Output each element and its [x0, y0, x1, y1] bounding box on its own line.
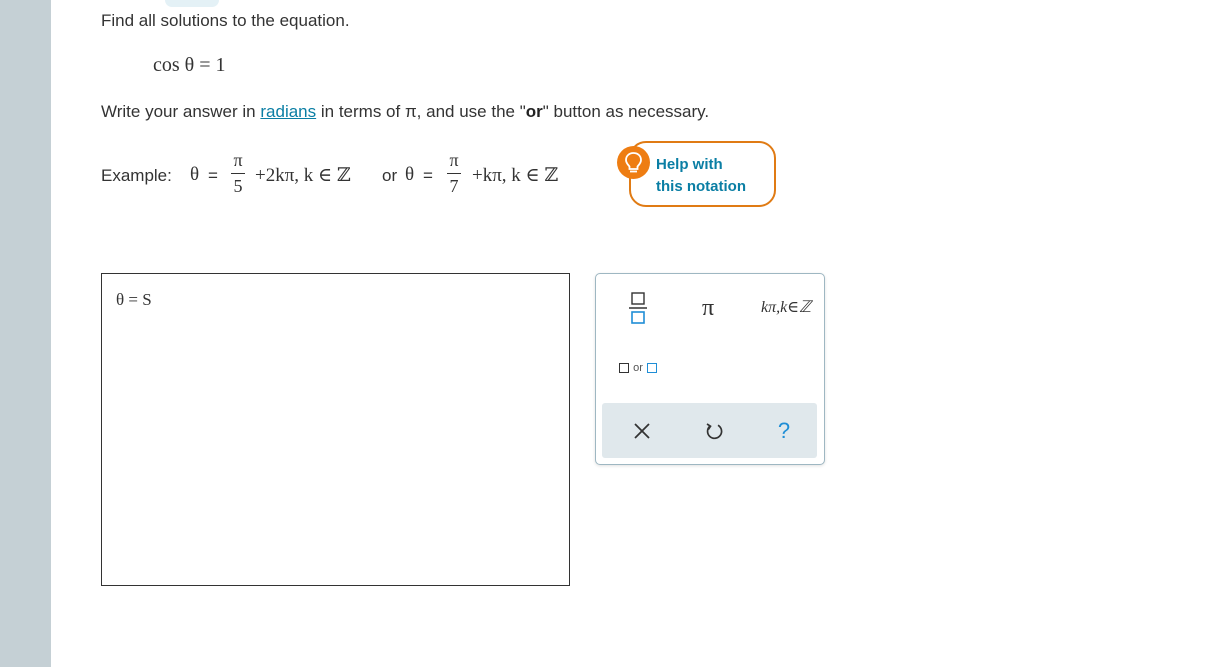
example-frac2-denominator: 7	[449, 176, 459, 196]
answer-input-box[interactable]: θ = S	[101, 273, 570, 586]
radians-link[interactable]: radians	[260, 102, 316, 121]
example-fraction-2: π 7	[447, 150, 461, 197]
example-theta-1: θ	[190, 164, 200, 185]
instruction-middle: in terms of π, and use the "	[320, 102, 526, 121]
undo-icon	[706, 423, 723, 440]
example-frac1-bar	[231, 173, 245, 174]
close-icon	[634, 423, 650, 439]
keypad-action-bar: ?	[602, 403, 817, 458]
example-frac2-numerator: π	[449, 150, 459, 170]
or-button[interactable]: or	[610, 354, 666, 382]
example-or: or	[382, 166, 398, 185]
help-line-1: Help with	[656, 156, 723, 173]
fraction-button[interactable]	[616, 288, 660, 328]
math-keypad: π kπ,k∈ℤ or ?	[595, 273, 825, 465]
question-prompt: Find all solutions to the equation.	[101, 11, 350, 30]
top-tab[interactable]	[165, 0, 219, 7]
example-equals-2: =	[423, 166, 433, 185]
clear-button[interactable]	[622, 413, 662, 449]
example-frac1-denominator: 5	[233, 176, 243, 196]
instruction-prefix: Write your answer in	[101, 102, 256, 121]
or-button-label: or	[633, 362, 643, 374]
example-frac2-bar	[447, 173, 461, 174]
example-label: Example:	[101, 166, 172, 185]
help-line-2: this notation	[656, 178, 746, 195]
instruction-or: or	[525, 102, 543, 121]
lightbulb-icon[interactable]	[617, 146, 650, 179]
example-fraction-1: π 5	[231, 150, 245, 197]
question-equation: cos θ = 1	[153, 54, 226, 76]
instruction-suffix: " button as necessary.	[542, 102, 710, 121]
example-term-2: +kπ, k ∈ ℤ	[472, 165, 559, 186]
pi-button[interactable]: π	[688, 288, 728, 328]
example-theta-2: θ	[405, 164, 415, 185]
help-text[interactable]: Help with this notation	[656, 154, 746, 198]
instruction-text: Write your answer in radians in terms of…	[101, 102, 709, 122]
or-left-box-icon	[619, 363, 630, 373]
undo-button[interactable]	[694, 413, 734, 449]
example-term-1: +2kπ, k ∈ ℤ	[255, 165, 351, 186]
fraction-icon	[629, 292, 647, 324]
example-frac1-numerator: π	[233, 150, 243, 170]
or-right-box-icon	[646, 363, 657, 373]
left-side-strip	[0, 0, 51, 667]
answer-value: θ = S	[116, 290, 152, 309]
help-question-button[interactable]: ?	[764, 413, 804, 449]
example-equals-1: =	[208, 166, 218, 185]
k-pi-integer-button[interactable]: kπ,k∈ℤ	[748, 290, 824, 324]
